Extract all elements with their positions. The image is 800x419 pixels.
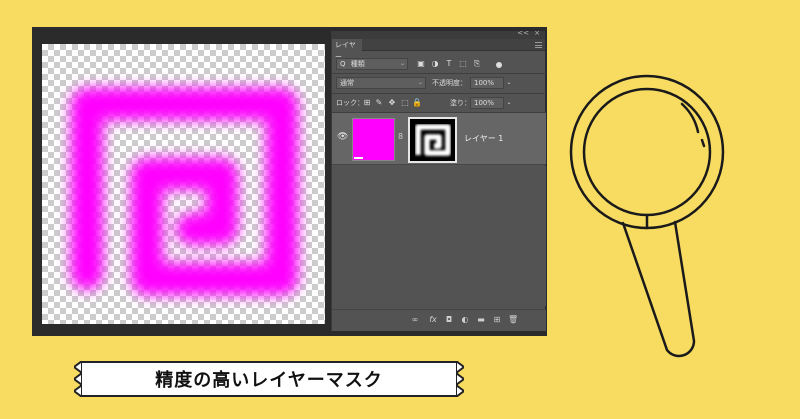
adjustment-filter-icon[interactable]: ◑ — [430, 58, 440, 70]
layer-row[interactable]: 👁 8 レイヤー 1 — [332, 113, 546, 165]
chevron-down-icon: ⌄ — [417, 79, 423, 86]
layers-list-empty-area — [332, 166, 546, 306]
opacity-value: 100% — [474, 79, 495, 87]
panel-menu-icon[interactable] — [535, 42, 542, 48]
fill-input[interactable]: 100% — [470, 97, 504, 109]
layer-mask-thumbnail[interactable] — [408, 117, 457, 163]
lock-label: ロック： — [336, 99, 364, 107]
adjustment-icon[interactable]: ◐ — [460, 315, 470, 324]
panel-bottom-toolbar: ∞ fx ◘ ◐ ▬ ⊞ 🗑 — [332, 309, 546, 331]
layers-panel: << × レイヤー Q 種類 ⌄ ▣ ◑ T ⬚ ⎘ 通常 ⌄ 不透明度： 10… — [331, 29, 546, 331]
caption-banner: 精度の高いレイヤーマスク — [74, 361, 464, 397]
magnifier-icon — [569, 74, 725, 358]
layer-name[interactable]: レイヤー 1 — [464, 133, 503, 144]
filter-toggle-icon[interactable] — [496, 62, 502, 68]
fx-icon[interactable]: fx — [428, 315, 438, 324]
lock-pixels-icon[interactable]: ⊞ — [362, 97, 372, 109]
panel-tabbar: レイヤー — [332, 39, 545, 61]
filter-row: Q 種類 ⌄ ▣ ◑ T ⬚ ⎘ — [332, 55, 546, 73]
lock-paint-icon[interactable]: ✎ — [374, 97, 384, 109]
magenta-spiral-stroke — [71, 88, 298, 295]
caption-text: 精度の高いレイヤーマスク — [155, 370, 383, 391]
chevron-down-icon[interactable]: ⌄ — [504, 97, 514, 109]
eye-icon[interactable]: 👁 — [337, 132, 348, 142]
lock-artboard-icon[interactable]: ⬚ — [400, 97, 410, 109]
chevron-down-icon: ⌄ — [399, 60, 405, 67]
lock-row: ロック： ⊞ ✎ ✥ ⬚ 🔒 塗り： 100% ⌄ — [332, 94, 546, 112]
link-icon[interactable]: 8 — [398, 132, 403, 141]
lock-all-icon[interactable]: 🔒 — [412, 97, 422, 109]
mask-spiral-icon — [415, 124, 451, 156]
new-layer-icon[interactable]: ⊞ — [492, 315, 502, 324]
shape-filter-icon[interactable]: ⬚ — [458, 58, 468, 70]
opacity-label: 不透明度： — [432, 79, 467, 87]
blend-mode-value: 通常 — [340, 79, 354, 87]
panel-titlebar: << × — [332, 29, 545, 39]
image-filter-icon[interactable]: ▣ — [416, 58, 426, 70]
opacity-input[interactable]: 100% — [470, 77, 504, 89]
trash-icon[interactable]: 🗑 — [508, 315, 518, 324]
chevron-down-icon[interactable]: ⌄ — [504, 77, 514, 89]
group-icon[interactable]: ▬ — [476, 315, 486, 324]
filter-kind-label: 種類 — [350, 60, 365, 68]
banner-edge-left — [74, 361, 82, 397]
collapse-icon[interactable]: << — [517, 29, 529, 37]
close-icon[interactable]: × — [534, 29, 540, 37]
banner-edge-right — [456, 361, 464, 397]
tab-layers[interactable]: レイヤー — [332, 39, 362, 61]
blend-mode-dropdown[interactable]: 通常 ⌄ — [336, 77, 426, 89]
fill-value: 100% — [474, 99, 495, 107]
link-layers-icon[interactable]: ∞ — [410, 315, 420, 324]
search-icon: Q — [340, 60, 346, 68]
layer-thumbnail[interactable] — [352, 118, 395, 161]
lock-move-icon[interactable]: ✥ — [387, 97, 397, 109]
photoshop-window: << × レイヤー Q 種類 ⌄ ▣ ◑ T ⬚ ⎘ 通常 ⌄ 不透明度： 10… — [32, 27, 547, 336]
fill-label: 塗り： — [450, 99, 471, 107]
filter-kind-dropdown[interactable]: Q 種類 ⌄ — [336, 58, 408, 70]
blend-row: 通常 ⌄ 不透明度： 100% ⌄ — [332, 74, 546, 92]
smart-object-filter-icon[interactable]: ⎘ — [472, 58, 482, 70]
document-canvas[interactable] — [42, 44, 325, 324]
type-filter-icon[interactable]: T — [444, 58, 454, 70]
mask-icon[interactable]: ◘ — [444, 315, 454, 324]
